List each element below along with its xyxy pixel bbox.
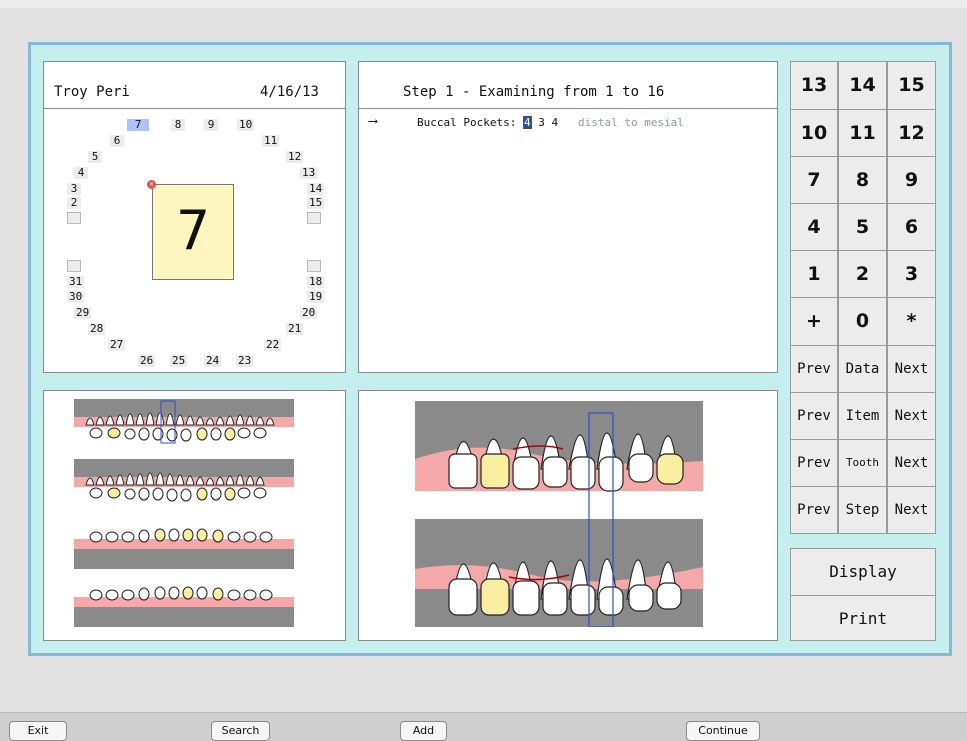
key-star[interactable]: * [887,297,936,346]
tooth-number-24[interactable]: 24 [204,355,222,367]
tooth-number-22[interactable]: 22 [264,339,282,351]
key-4[interactable]: 4 [790,203,838,251]
tooth-number-12[interactable]: 12 [286,151,304,163]
step-panel: Step 1 - Examining from 1 to 16 ⟶ Buccal… [358,61,778,373]
window-top-strip [0,0,967,8]
key-15[interactable]: 15 [887,61,936,110]
full-arch-panel [43,390,346,641]
key-7[interactable]: 7 [790,156,838,204]
tooth-number-11[interactable]: 11 [262,135,280,147]
entry-value-2: 3 [538,116,545,129]
tooth-number-3[interactable]: 3 [67,183,81,195]
tooth-number-31[interactable]: 31 [67,276,85,288]
tooth-number-26[interactable]: 26 [138,355,156,367]
key-5[interactable]: 5 [838,203,887,251]
prev-step-button[interactable]: Prev [790,486,838,534]
tooth-number-29[interactable]: 29 [74,307,92,319]
current-item-arrow-icon: ⟶ [369,114,377,129]
tooth-number-14[interactable]: 14 [307,183,325,195]
next-tooth-button[interactable]: Next [887,439,936,487]
key-11[interactable]: 11 [838,109,887,157]
lower-quadrant [415,519,703,627]
key-8[interactable]: 8 [838,156,887,204]
tooth-label: Tooth [838,439,887,487]
full-mouth-teeth-image[interactable] [74,397,294,633]
item-label: Item [838,392,887,440]
print-button[interactable]: Print [790,595,936,641]
patient-name: Troy Peri [54,84,130,100]
display-button[interactable]: Display [790,548,936,596]
entry-value-3: 4 [551,116,559,129]
tooth-number-28[interactable]: 28 [88,323,106,335]
tooth-number-2[interactable]: 2 [67,197,81,209]
tooth-number-27[interactable]: 27 [108,339,126,351]
key-3[interactable]: 3 [887,250,936,298]
patient-header: Troy Peri 4/16/13 [44,62,345,109]
prev-tooth-button[interactable]: Prev [790,439,838,487]
tooth-number-4[interactable]: 4 [74,167,88,179]
active-entry-cursor[interactable]: 4 [522,116,532,129]
arch-row-2 [74,459,294,502]
step-header: Step 1 - Examining from 1 to 16 [359,62,777,109]
exit-button[interactable]: Exit [9,721,67,741]
direction-hint: distal to mesial [577,116,684,129]
exam-date: 4/16/13 [259,84,319,100]
key-2[interactable]: 2 [838,250,887,298]
step-item-line: Buccal Pockets: 4 3 4 distal to mesial [417,116,684,129]
remove-marker-icon[interactable]: ✕ [147,180,156,189]
tooth-number-25[interactable]: 25 [170,355,188,367]
arch-row-1 [74,399,294,444]
patient-panel: Troy Peri 4/16/13 7 8 9 10 6 5 4 3 2 11 … [43,61,346,373]
closeup-panel [358,390,778,641]
key-0[interactable]: 0 [838,297,887,346]
key-1[interactable]: 1 [790,250,838,298]
key-plus[interactable]: + [790,297,838,346]
tooth-slot-32[interactable] [67,260,81,272]
quadrant-closeup-image[interactable] [413,399,705,627]
next-item-button[interactable]: Next [887,392,936,440]
tooth-number-18[interactable]: 18 [307,276,325,288]
bottom-toolbar: Exit Search Add Continue [0,712,967,741]
arch-row-4 [74,586,294,627]
prev-data-button[interactable]: Prev [790,345,838,393]
key-10[interactable]: 10 [790,109,838,157]
add-button[interactable]: Add [400,721,447,741]
tooth-slot-16[interactable] [307,212,321,224]
tooth-number-19[interactable]: 19 [307,291,325,303]
step-label: Step [838,486,887,534]
tooth-number-7[interactable]: 7 [127,119,149,131]
tooth-number-21[interactable]: 21 [286,323,304,335]
continue-button[interactable]: Continue [686,721,760,741]
data-label: Data [838,345,887,393]
key-14[interactable]: 14 [838,61,887,110]
next-data-button[interactable]: Next [887,345,936,393]
key-12[interactable]: 12 [887,109,936,157]
tooth-number-8[interactable]: 8 [171,119,185,131]
tooth-number-20[interactable]: 20 [300,307,318,319]
search-button[interactable]: Search [211,721,270,741]
current-tooth-display: 7 [152,184,234,280]
buccal-pockets-label: Buccal Pockets: [417,116,517,129]
tooth-number-15[interactable]: 15 [307,197,325,209]
upper-quadrant [415,401,703,492]
key-13[interactable]: 13 [790,61,838,110]
prev-item-button[interactable]: Prev [790,392,838,440]
next-step-button[interactable]: Next [887,486,936,534]
tooth-slot-1[interactable] [67,212,81,224]
key-9[interactable]: 9 [887,156,936,204]
tooth-number-23[interactable]: 23 [236,355,254,367]
tooth-number-9[interactable]: 9 [204,119,218,131]
tooth-number-5[interactable]: 5 [88,151,102,163]
tooth-number-6[interactable]: 6 [110,135,124,147]
arch-row-3 [74,528,294,569]
tooth-number-13[interactable]: 13 [300,167,318,179]
tooth-number-30[interactable]: 30 [67,291,85,303]
tooth-slot-17[interactable] [307,260,321,272]
step-title: Step 1 - Examining from 1 to 16 [403,84,665,100]
tooth-number-10[interactable]: 10 [237,119,255,131]
key-6[interactable]: 6 [887,203,936,251]
